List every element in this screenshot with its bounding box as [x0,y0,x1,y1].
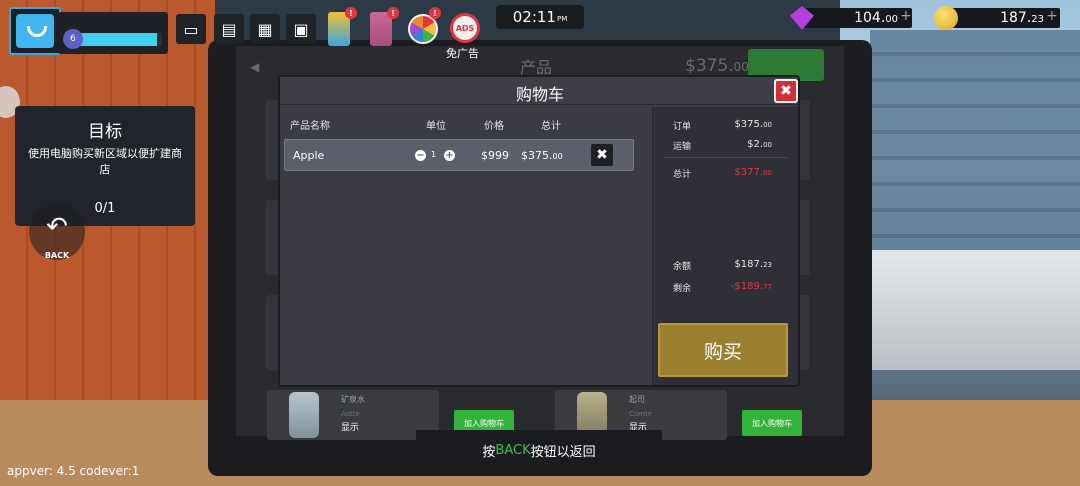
plus-icon[interactable]: + [444,150,455,161]
column-header-name: 产品名称 [290,121,330,132]
add-gems-icon[interactable]: + [900,8,912,24]
level-badge: 6 [63,29,83,49]
background-counter [860,250,1080,370]
product-name: 矿泉水 [341,395,365,404]
product-name: 起司 [629,395,645,404]
back-arrow-icon: ↶ [46,212,68,242]
objective-description: 使用电脑购买新区域以便扩建商店 [28,147,182,176]
hint-text-post: 按钮以返回 [530,444,596,460]
app-back-arrow-icon[interactable]: ◀ [250,60,259,74]
water-bottle-image [289,392,319,438]
close-icon[interactable]: ✖ [774,79,798,103]
remaining-label: 剩余 [673,284,692,294]
back-label: BACK [44,251,70,260]
computer-icon[interactable]: ▭ [176,14,206,44]
background-building [870,30,1080,250]
balance-value: $187.23 [734,259,772,270]
money-icon[interactable]: ▣ [286,14,316,44]
minus-icon[interactable]: − [415,150,426,161]
alert-badge-icon: ! [429,7,441,19]
gem-value: 104.00 [854,10,898,26]
buy-button[interactable]: 购买 [658,323,788,377]
column-header-total: 总计 [541,121,561,132]
balance-label: 余额 [673,262,692,272]
total-value: $377.00 [734,167,772,178]
version-label: appver: 4.5 codever:1 [7,464,140,478]
column-header-price: 价格 [484,121,504,132]
shop-avatar[interactable] [9,7,61,55]
column-header-unit: 单位 [426,121,446,132]
shopping-bag-icon [16,14,54,48]
grid-menu-icon[interactable]: ▦ [250,14,280,44]
back-button[interactable]: ↶ BACK [29,204,85,260]
add-coins-icon[interactable]: + [1046,8,1058,24]
product-sub: Comté [629,410,653,418]
hint-text-pre: 按 [482,444,496,460]
cash-register-icon[interactable]: ▤ [214,14,244,44]
product-sub: Aotte [341,410,360,418]
order-value: $375.00 [734,119,772,130]
summary-divider [663,157,789,158]
hint-bar: 按 BACK 按钮以返回 [416,430,662,470]
alert-badge-icon: ! [387,7,399,19]
shipping-value: $2.00 [747,139,772,150]
app-cart-price: $375.00 [685,56,749,76]
remove-item-icon[interactable]: ✖ [591,144,613,166]
product-show-label: 显示 [341,423,360,433]
coin-value: 187.23 [1000,10,1044,26]
product-card-water: 矿泉水 Aotte 显示 [267,390,439,440]
remaining-value: -$189.77 [730,281,772,292]
cart-item-price: $999 [481,149,509,162]
order-label: 订单 [673,122,692,132]
objective-title: 目标 [88,122,122,142]
cart-title: 购物车 [515,85,564,104]
add-to-cart-button[interactable]: 加入购物车 [742,410,802,436]
game-clock: 02:11 PM [496,5,584,29]
coin-icon [934,6,958,30]
no-ads-icon[interactable]: ADS [450,13,480,43]
shipping-label: 运输 [673,142,692,152]
cart-item-total: $375.00 [521,149,563,162]
cart-item-row: Apple − 1 + $999 $375.00 ✖ [284,139,634,171]
alert-badge-icon: ! [345,7,357,19]
no-ads-label: 免广告 [446,47,479,60]
cart-item-name: Apple [293,149,325,162]
cart-item-quantity: 1 [431,150,437,159]
cart-dialog: 购物车 ✖ 产品名称 单位 价格 总计 Apple − 1 + $999 $37… [278,75,800,387]
hint-key: BACK [495,442,531,458]
total-label: 总计 [673,170,692,180]
